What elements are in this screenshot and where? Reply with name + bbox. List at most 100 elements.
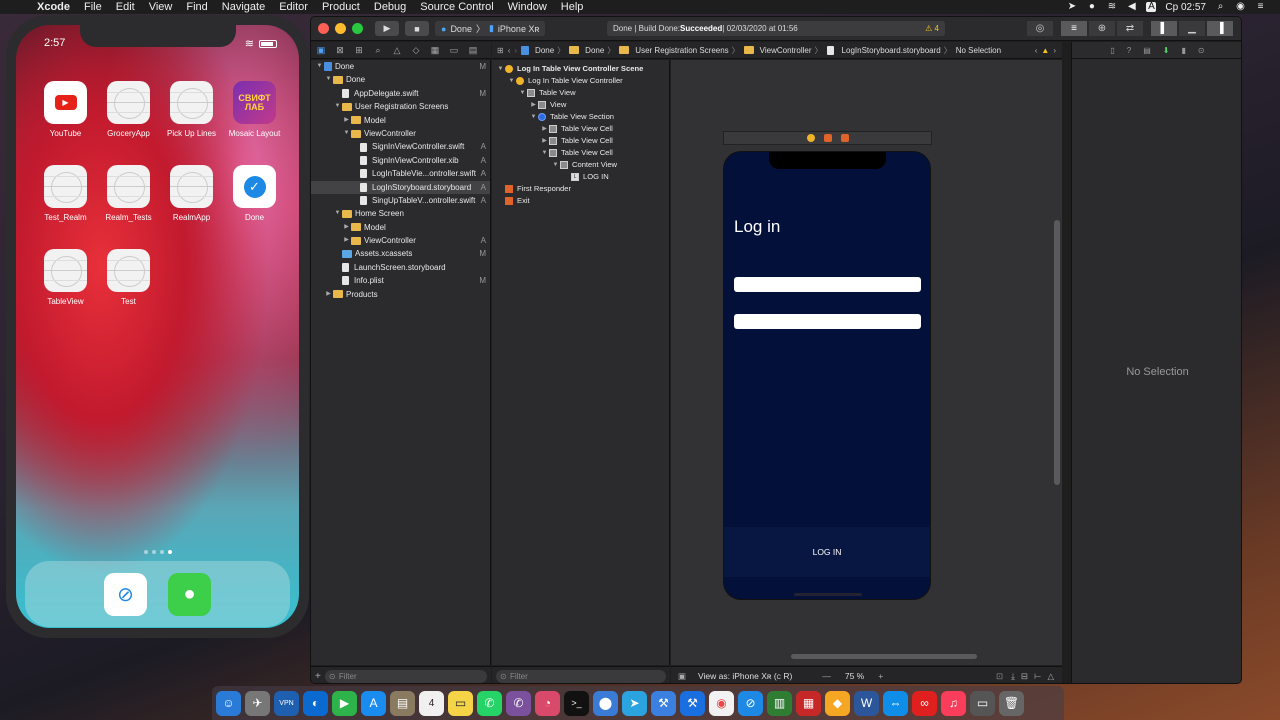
quick-help-icon[interactable]: ?	[1127, 46, 1131, 55]
symbol-navigator-icon[interactable]: ⊞	[354, 45, 364, 56]
disclosure-triangle-icon[interactable]: ▼	[529, 111, 538, 123]
toggle-outline-icon[interactable]: ▣	[678, 671, 686, 682]
input-language-indicator[interactable]: A	[1146, 2, 1157, 12]
view-controller-icon[interactable]	[806, 134, 815, 142]
menu-find[interactable]: Find	[179, 1, 214, 13]
app-test[interactable]: Test	[97, 249, 160, 306]
file-inspector-icon[interactable]: ▯	[1110, 46, 1114, 55]
toggle-inspector-button[interactable]: ▐	[1207, 21, 1233, 36]
next-issue-button[interactable]: ›	[1053, 46, 1062, 55]
edge-browser-icon[interactable]: ◐	[303, 690, 328, 716]
music-icon[interactable]: ♫	[941, 690, 966, 716]
notification-center-icon[interactable]: ≡	[1255, 2, 1266, 12]
disclosure-triangle-icon[interactable]: ▼	[540, 147, 549, 159]
xcode-beta-icon[interactable]: ⚒	[680, 690, 705, 716]
menu-file[interactable]: File	[77, 1, 109, 13]
disclosure-triangle-icon[interactable]: ▶	[324, 288, 333, 301]
outline-item[interactable]: ▶ Table View Cell	[492, 123, 669, 135]
breakpoint-navigator-icon[interactable]: ▭	[449, 45, 459, 56]
sketch-icon[interactable]: ◆	[825, 690, 850, 716]
safari-icon[interactable]: ⊘	[104, 572, 147, 616]
embed-in-stack-icon[interactable]: ⤓	[1011, 671, 1015, 682]
disclosure-triangle-icon[interactable]: ▼	[496, 63, 505, 75]
trash-icon[interactable]: 🗑	[999, 690, 1024, 716]
stop-button[interactable]: ■	[405, 21, 429, 36]
first-responder-icon[interactable]	[823, 134, 832, 142]
word-icon[interactable]: W	[854, 690, 879, 716]
forward-button[interactable]: ›	[514, 46, 517, 55]
chrome-icon[interactable]: ◉	[709, 690, 734, 716]
exit-icon[interactable]	[840, 134, 849, 142]
menu-help[interactable]: Help	[554, 1, 591, 13]
location-icon[interactable]: ➤	[1066, 2, 1077, 12]
notes-icon[interactable]: ▤	[390, 690, 415, 716]
menu-app[interactable]: Xcode	[30, 1, 77, 13]
zoom-in-button[interactable]: +	[878, 671, 883, 681]
warning-indicator-icon[interactable]: ▲	[1041, 46, 1049, 55]
navigator-filter-input[interactable]: Filter	[324, 669, 487, 683]
finder-icon[interactable]: ☺	[216, 690, 241, 716]
standard-editor-button[interactable]: ≡	[1061, 21, 1087, 36]
storyboard-canvas[interactable]: Log in LOG IN	[671, 60, 1062, 665]
whatsapp-icon[interactable]: ✆	[477, 690, 502, 716]
navigator-item[interactable]: SingUpTableV...ontroller.swift A	[311, 194, 490, 207]
minimize-window-button[interactable]	[335, 23, 346, 34]
app-store-icon[interactable]: A	[361, 690, 386, 716]
outline-item[interactable]: ▼ Log In Table View Controller Scene	[492, 63, 669, 75]
horizontal-scrollbar[interactable]	[791, 654, 977, 659]
debug-navigator-icon[interactable]: ▦	[430, 45, 440, 56]
warnings-badge[interactable]: ⚠ 4	[925, 24, 939, 33]
disclosure-triangle-icon[interactable]: ▼	[507, 75, 516, 87]
resolve-issues-icon[interactable]: △	[1047, 671, 1054, 682]
app-tableview[interactable]: TableView	[34, 249, 97, 306]
connections-inspector-icon[interactable]: ⊙	[1198, 46, 1205, 55]
volume-icon[interactable]: ◀	[1126, 2, 1137, 12]
related-items-icon[interactable]: ⊞	[497, 46, 504, 55]
navigator-item[interactable]: LaunchScreen.storyboard	[311, 261, 490, 274]
toggle-debug-area-button[interactable]: ▁	[1179, 21, 1205, 36]
app-pick-up-lines[interactable]: Pick Up Lines	[160, 81, 223, 138]
outline-filter-input[interactable]: Filter	[496, 669, 666, 683]
calendar-icon[interactable]: 4	[419, 690, 444, 716]
zoom-window-button[interactable]	[352, 23, 363, 34]
navigator-item[interactable]: SignInViewController.xib A	[311, 154, 490, 167]
close-window-button[interactable]	[318, 23, 329, 34]
assistant-editor-button[interactable]: ⊕	[1089, 21, 1115, 36]
app-groceryapp[interactable]: GroceryApp	[97, 81, 160, 138]
test-navigator-icon[interactable]: ◇	[411, 45, 421, 56]
menu-window[interactable]: Window	[501, 1, 554, 13]
screenshot-icon[interactable]: ▭	[970, 690, 995, 716]
menu-view[interactable]: View	[142, 1, 180, 13]
disclosure-triangle-icon[interactable]: ▶	[540, 135, 549, 147]
add-constraints-icon[interactable]: ⊢	[1034, 671, 1041, 682]
device-preview[interactable]: Log in LOG IN	[723, 151, 931, 600]
menu-source-control[interactable]: Source Control	[413, 1, 500, 13]
numbers-icon[interactable]: ▥	[767, 690, 792, 716]
xcode-icon[interactable]: ⚒	[651, 690, 676, 716]
breadcrumb-viewcontroller[interactable]: ViewController 〉	[743, 45, 823, 56]
source-control-navigator-icon[interactable]: ⊠	[335, 45, 345, 56]
terminal-icon[interactable]: >_	[564, 690, 589, 716]
activity-viewer[interactable]: Done | Build Done: Succeeded | 02/03/202…	[607, 21, 945, 36]
identity-inspector-icon[interactable]: ▤	[1143, 46, 1151, 55]
navigator-item[interactable]: ▼ Done	[311, 73, 490, 86]
outline-item[interactable]: L LOG IN	[492, 171, 669, 183]
disclosure-triangle-icon[interactable]: ▼	[333, 100, 342, 113]
presentation-icon[interactable]: ▦	[796, 690, 821, 716]
login-title[interactable]: Log in	[734, 217, 780, 237]
disclosure-triangle-icon[interactable]: ▶	[342, 234, 351, 247]
attributes-inspector-icon[interactable]: ⬇	[1163, 46, 1170, 55]
app-realm-tests[interactable]: Realm_Tests	[97, 165, 160, 222]
siri-icon[interactable]: ◉	[1235, 2, 1246, 12]
navigator-item[interactable]: ▶ Model	[311, 221, 490, 234]
disclosure-triangle-icon[interactable]: ▼	[315, 60, 324, 73]
breadcrumb-selection[interactable]: No Selection	[956, 46, 1001, 55]
login-label[interactable]: LOG IN	[813, 547, 842, 557]
messages-icon[interactable]: ●	[168, 572, 211, 616]
app-youtube[interactable]: ▶ YouTube	[34, 81, 97, 138]
facetime-icon[interactable]: ▶	[332, 690, 357, 716]
disclosure-triangle-icon[interactable]: ▼	[324, 73, 333, 86]
creative-cloud-icon[interactable]: ∞	[912, 690, 937, 716]
safari-icon[interactable]: ⊘	[738, 690, 763, 716]
view-as-button[interactable]: View as: iPhone Xʀ (C R)	[698, 671, 792, 681]
